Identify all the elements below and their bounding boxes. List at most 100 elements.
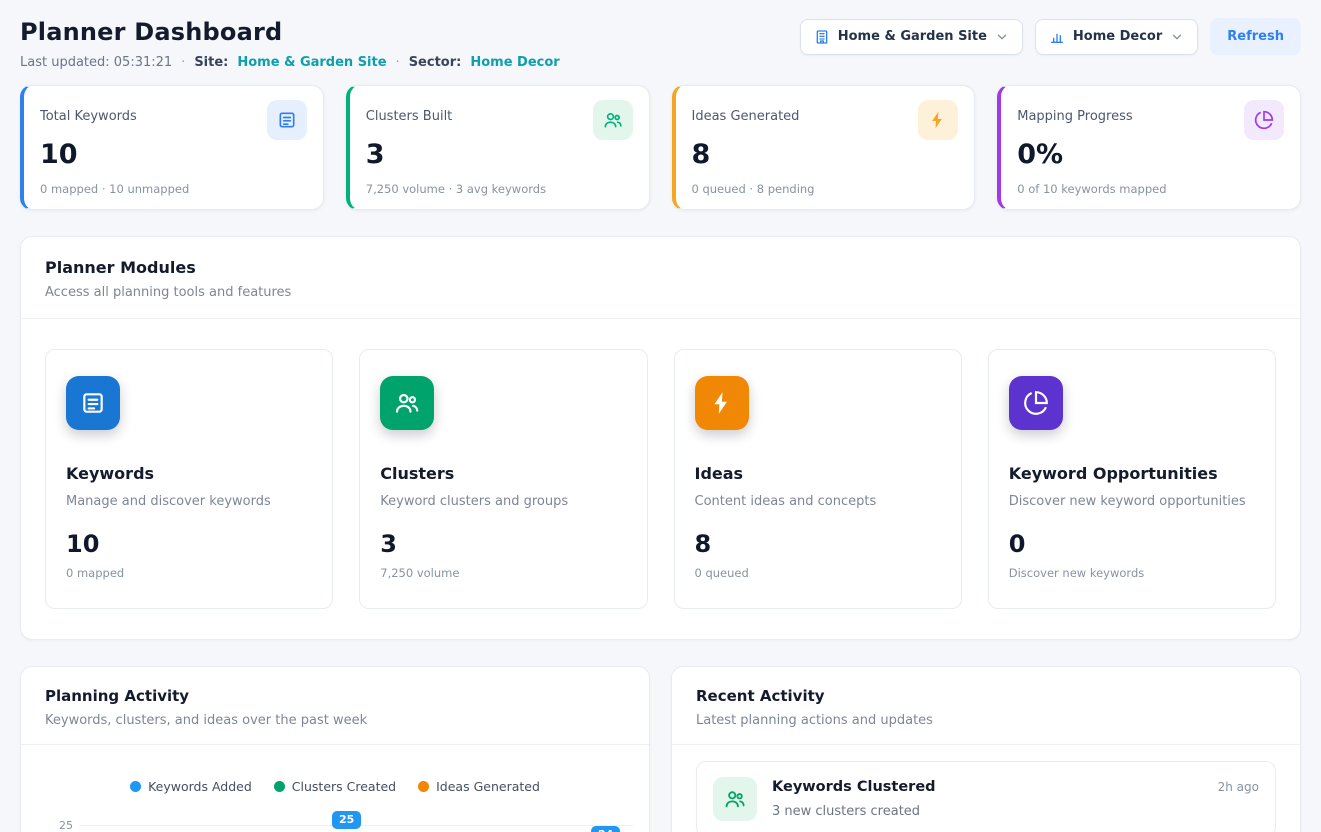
data-point-label: 25 bbox=[332, 811, 361, 829]
module-description: Content ideas and concepts bbox=[695, 494, 941, 509]
sector-label: Sector: bbox=[409, 55, 462, 70]
users-icon bbox=[593, 100, 633, 140]
modules-grid: Keywords Manage and discover keywords 10… bbox=[21, 319, 1300, 639]
meta-separator: · bbox=[396, 55, 400, 70]
legend-item-clusters-created[interactable]: Clusters Created bbox=[274, 779, 396, 794]
module-title: Ideas bbox=[695, 464, 941, 483]
header-left: Planner Dashboard Last updated: 05:31:21… bbox=[20, 18, 560, 70]
header-meta: Last updated: 05:31:21 · Site: Home & Ga… bbox=[20, 55, 560, 70]
module-subtext: 0 queued bbox=[695, 566, 941, 580]
divider bbox=[21, 744, 649, 745]
recent-activity-subtitle: Latest planning actions and updates bbox=[696, 713, 1276, 728]
stat-label: Ideas Generated bbox=[692, 100, 800, 124]
module-card-keyword-opportunities[interactable]: Keyword Opportunities Discover new keywo… bbox=[988, 349, 1276, 609]
legend-item-ideas-generated[interactable]: Ideas Generated bbox=[418, 779, 540, 794]
activity-item-body: Keywords Clustered 3 new clusters create… bbox=[772, 777, 1203, 819]
stat-subtext: 0 of 10 keywords mapped bbox=[1017, 182, 1284, 196]
pie-chart-icon bbox=[1244, 100, 1284, 140]
planner-dashboard-page: Planner Dashboard Last updated: 05:31:21… bbox=[0, 0, 1321, 832]
legend-label: Ideas Generated bbox=[436, 779, 540, 794]
pie-chart-icon bbox=[1009, 376, 1063, 430]
module-card-ideas[interactable]: Ideas Content ideas and concepts 8 0 que… bbox=[674, 349, 962, 609]
activity-item-description: 3 new clusters created bbox=[772, 804, 1203, 819]
divider bbox=[672, 744, 1300, 745]
modules-subtitle: Access all planning tools and features bbox=[45, 285, 1276, 300]
modules-title: Planner Modules bbox=[45, 258, 1276, 277]
stat-subtext: 0 queued · 8 pending bbox=[692, 182, 959, 196]
sector-link[interactable]: Home Decor bbox=[470, 55, 559, 70]
module-card-clusters[interactable]: Clusters Keyword clusters and groups 3 7… bbox=[359, 349, 647, 609]
site-label: Site: bbox=[194, 55, 228, 70]
planning-activity-title: Planning Activity bbox=[45, 687, 625, 705]
data-point-label: 24 bbox=[591, 826, 620, 832]
stat-label: Total Keywords bbox=[40, 100, 137, 124]
module-value: 10 bbox=[66, 530, 312, 558]
module-description: Keyword clusters and groups bbox=[380, 494, 626, 509]
planning-activity-panel: Planning Activity Keywords, clusters, an… bbox=[20, 666, 650, 832]
stat-value: 10 bbox=[40, 141, 307, 169]
bar-chart-icon bbox=[1049, 29, 1065, 45]
legend-label: Clusters Created bbox=[292, 779, 396, 794]
activity-item-title: Keywords Clustered bbox=[772, 779, 1203, 795]
planner-modules-panel: Planner Modules Access all planning tool… bbox=[20, 236, 1301, 640]
stat-subtext: 7,250 volume · 3 avg keywords bbox=[366, 182, 633, 196]
stat-subtext: 0 mapped · 10 unmapped bbox=[40, 182, 307, 196]
module-value: 0 bbox=[1009, 530, 1255, 558]
lightning-icon bbox=[918, 100, 958, 140]
activity-list-item[interactable]: Keywords Clustered 3 new clusters create… bbox=[696, 761, 1276, 832]
stat-value: 8 bbox=[692, 141, 959, 169]
stat-card-clusters-built: Clusters Built 3 7,250 volume · 3 avg ke… bbox=[346, 85, 650, 210]
y-axis-tick: 25 bbox=[59, 819, 73, 832]
page-header: Planner Dashboard Last updated: 05:31:21… bbox=[20, 18, 1301, 70]
refresh-button[interactable]: Refresh bbox=[1210, 18, 1301, 55]
keywords-added-series-curve bbox=[79, 802, 650, 832]
module-subtext: 0 mapped bbox=[66, 566, 312, 580]
users-icon bbox=[380, 376, 434, 430]
module-title: Keywords bbox=[66, 464, 312, 483]
recent-activity-panel: Recent Activity Latest planning actions … bbox=[671, 666, 1301, 832]
stat-value: 0% bbox=[1017, 141, 1284, 169]
site-link[interactable]: Home & Garden Site bbox=[237, 55, 386, 70]
recent-activity-title: Recent Activity bbox=[696, 687, 1276, 705]
planning-activity-subtitle: Keywords, clusters, and ideas over the p… bbox=[45, 713, 625, 728]
stat-card-mapping-progress: Mapping Progress 0% 0 of 10 keywords map… bbox=[997, 85, 1301, 210]
site-selector-value: Home & Garden Site bbox=[838, 29, 987, 44]
activity-line-chart: 25 25 24 bbox=[21, 802, 649, 832]
last-updated-text: Last updated: 05:31:21 bbox=[20, 55, 172, 70]
site-selector-dropdown[interactable]: Home & Garden Site bbox=[800, 19, 1023, 55]
module-title: Keyword Opportunities bbox=[1009, 464, 1255, 483]
stat-card-total-keywords: Total Keywords 10 0 mapped · 10 unmapped bbox=[20, 85, 324, 210]
sector-selector-dropdown[interactable]: Home Decor bbox=[1035, 19, 1198, 55]
module-description: Manage and discover keywords bbox=[66, 494, 312, 509]
document-icon bbox=[66, 376, 120, 430]
sector-selector-value: Home Decor bbox=[1073, 29, 1162, 44]
activity-item-timestamp: 2h ago bbox=[1218, 777, 1259, 794]
legend-dot-green bbox=[274, 781, 285, 792]
page-title: Planner Dashboard bbox=[20, 18, 560, 46]
chevron-down-icon bbox=[995, 30, 1009, 44]
building-icon bbox=[814, 29, 830, 45]
legend-dot-blue bbox=[130, 781, 141, 792]
header-controls: Home & Garden Site Home Decor Refresh bbox=[800, 18, 1301, 55]
bottom-panels-row: Planning Activity Keywords, clusters, an… bbox=[20, 666, 1301, 832]
module-subtext: 7,250 volume bbox=[380, 566, 626, 580]
chart-legend: Keywords Added Clusters Created Ideas Ge… bbox=[21, 779, 649, 794]
users-icon bbox=[713, 777, 757, 821]
stat-label: Mapping Progress bbox=[1017, 100, 1132, 124]
module-card-keywords[interactable]: Keywords Manage and discover keywords 10… bbox=[45, 349, 333, 609]
legend-item-keywords-added[interactable]: Keywords Added bbox=[130, 779, 252, 794]
stat-label: Clusters Built bbox=[366, 100, 453, 124]
module-description: Discover new keyword opportunities bbox=[1009, 494, 1255, 509]
legend-dot-orange bbox=[418, 781, 429, 792]
stat-card-ideas-generated: Ideas Generated 8 0 queued · 8 pending bbox=[672, 85, 976, 210]
document-icon bbox=[267, 100, 307, 140]
lightning-icon bbox=[695, 376, 749, 430]
module-value: 8 bbox=[695, 530, 941, 558]
legend-label: Keywords Added bbox=[148, 779, 252, 794]
module-subtext: Discover new keywords bbox=[1009, 566, 1255, 580]
chevron-down-icon bbox=[1170, 30, 1184, 44]
module-value: 3 bbox=[380, 530, 626, 558]
stat-value: 3 bbox=[366, 141, 633, 169]
module-title: Clusters bbox=[380, 464, 626, 483]
stat-cards-row: Total Keywords 10 0 mapped · 10 unmapped… bbox=[20, 85, 1301, 210]
